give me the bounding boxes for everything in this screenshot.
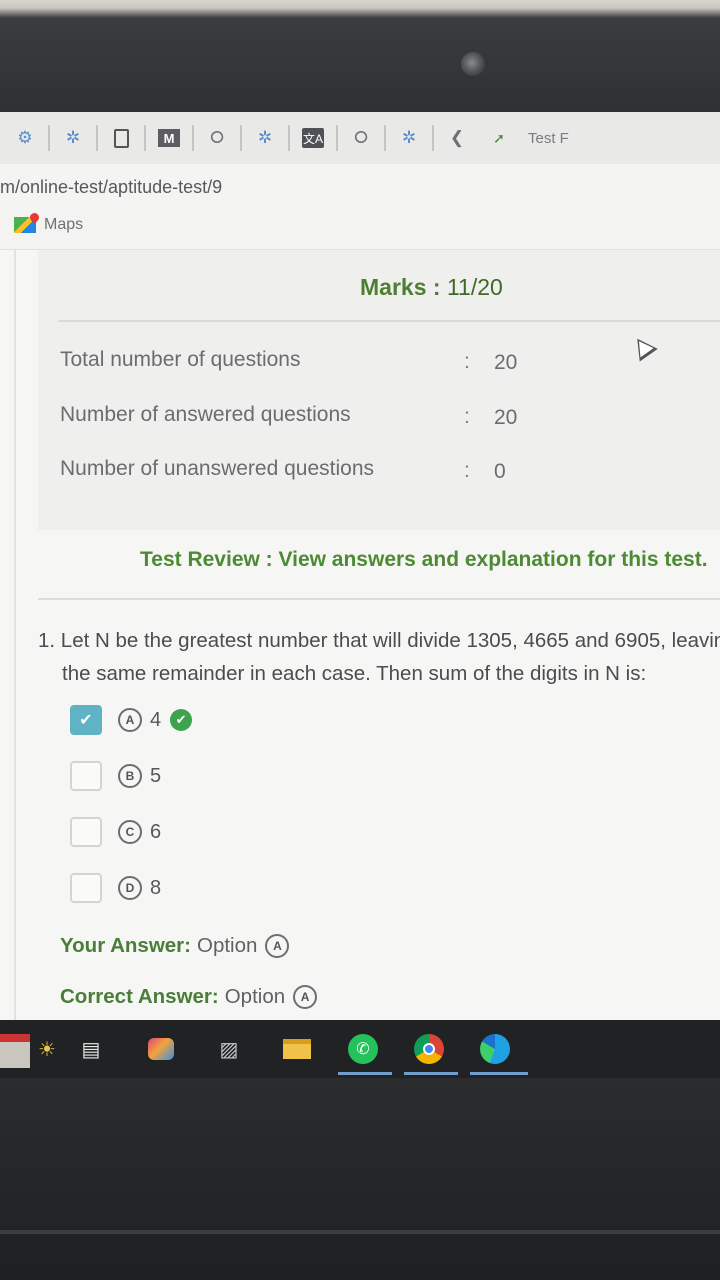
active-tab-title[interactable]: Test F <box>528 130 569 147</box>
laptop-hinge <box>0 1230 720 1234</box>
left-divider <box>14 250 16 1024</box>
option-c-value: 6 <box>150 820 162 843</box>
answered-questions-label: Number of answered questions <box>60 403 351 426</box>
option-a-letter: A <box>118 708 142 732</box>
marks-heading: Marks : 11/20 <box>360 274 503 301</box>
bookmark-label: Maps <box>44 216 84 233</box>
correct-answer: Correct Answer: Option A <box>60 985 318 1009</box>
chrome-icon[interactable] <box>412 1032 446 1066</box>
github-tab-icon[interactable]: ⭘ <box>202 123 232 153</box>
gear-tab-icon[interactable]: ✲ <box>394 123 424 153</box>
calendar-widget-icon[interactable] <box>0 1034 30 1068</box>
correct-answer-letter: A <box>293 985 318 1009</box>
test-review-link[interactable]: Test Review : View answers and explanati… <box>140 548 708 572</box>
correct-check-icon: ✔ <box>170 709 193 731</box>
unanswered-questions-value: 0 <box>494 460 506 483</box>
total-questions-label: Total number of questions <box>60 348 301 371</box>
option-d[interactable]: D 8 <box>70 872 161 904</box>
back-arrow-icon[interactable]: ❮ <box>442 123 472 153</box>
bookmarks-bar: Maps <box>0 210 720 250</box>
option-a-value: 4 <box>150 708 162 731</box>
option-d-letter: D <box>118 876 142 900</box>
option-a-checkbox[interactable]: ✔ <box>70 705 102 735</box>
question-text: 1. Let N be the greatest number that wil… <box>38 624 720 690</box>
screen: ⚙ ✲ M ⭘ ✲ 文A ⭘ ✲ ❮ ➚ Test F m/online-tes… <box>0 112 720 1024</box>
address-bar[interactable]: m/online-test/aptitude-test/9 <box>0 164 720 210</box>
laptop-bezel-top <box>0 0 720 112</box>
option-c[interactable]: C 6 <box>70 816 161 848</box>
total-questions-value: 20 <box>494 351 518 374</box>
tab-divider <box>336 125 338 151</box>
app-running-indicator <box>470 1072 528 1075</box>
url-text[interactable]: m/online-test/aptitude-test/9 <box>0 177 222 198</box>
option-b-letter: B <box>118 764 142 788</box>
app-running-indicator <box>404 1072 458 1075</box>
your-answer-label: Your Answer: <box>60 934 191 957</box>
option-b-checkbox[interactable] <box>70 761 102 791</box>
marks-value: 11/20 <box>446 274 503 300</box>
colon: : <box>464 459 470 482</box>
refresh-icon[interactable]: ➚ <box>484 123 514 153</box>
browser-tab-strip: ⚙ ✲ M ⭘ ✲ 文A ⭘ ✲ ❮ ➚ Test F <box>0 112 720 164</box>
github-tab-icon[interactable]: ⭘ <box>346 123 376 153</box>
laptop-bezel-bottom <box>0 1078 720 1280</box>
divider <box>38 598 720 600</box>
your-answer: Your Answer: Option A <box>60 934 290 958</box>
weather-icon[interactable]: ☀ <box>30 1032 64 1066</box>
windows-taskbar: ☀ ▤ ▨ ✆ <box>0 1020 720 1078</box>
gear-tab-icon[interactable]: ✲ <box>58 123 88 153</box>
question-line-2: the same remainder in each case. Then su… <box>62 662 647 685</box>
tab-divider <box>432 125 434 151</box>
marks-label: Marks : <box>360 274 447 300</box>
whatsapp-icon[interactable]: ✆ <box>346 1032 380 1066</box>
unanswered-questions-label: Number of unanswered questions <box>60 457 375 480</box>
option-d-checkbox[interactable] <box>70 873 102 903</box>
tab-divider <box>288 125 290 151</box>
translate-tab-icon[interactable]: 文A <box>298 123 328 153</box>
maps-icon <box>14 217 36 233</box>
extension-icon[interactable]: ⚙ <box>10 123 40 153</box>
tab-divider <box>144 125 146 151</box>
colon: : <box>464 405 470 428</box>
option-d-value: 8 <box>150 876 162 899</box>
question-line-1: 1. Let N be the greatest number that wil… <box>38 629 720 652</box>
edge-icon[interactable] <box>478 1032 512 1066</box>
correct-answer-label: Correct Answer: <box>60 985 219 1008</box>
tab-divider <box>384 125 386 151</box>
option-c-letter: C <box>118 820 142 844</box>
file-explorer-icon[interactable] <box>280 1032 314 1066</box>
bookmark-maps[interactable]: Maps <box>14 216 83 234</box>
colon: : <box>464 350 470 373</box>
option-b[interactable]: B 5 <box>70 760 161 792</box>
tab-divider <box>96 125 98 151</box>
option-c-checkbox[interactable] <box>70 817 102 847</box>
tab-divider <box>48 125 50 151</box>
correct-answer-text: Option <box>224 985 286 1008</box>
test-result-page: Marks : 11/20 Total number of questions … <box>0 250 720 1024</box>
task-view-icon[interactable]: ▤ <box>74 1032 108 1066</box>
gmail-tab-icon[interactable]: M <box>154 123 184 153</box>
gear-tab-icon[interactable]: ✲ <box>250 123 280 153</box>
answered-questions-value: 20 <box>494 406 518 429</box>
divider <box>58 320 720 322</box>
app-running-indicator <box>338 1072 392 1075</box>
your-answer-text: Option <box>197 934 258 957</box>
mouse-cursor-icon <box>628 332 658 362</box>
score-summary-panel: Marks : 11/20 Total number of questions … <box>38 250 720 530</box>
document-tab-icon[interactable] <box>106 123 136 153</box>
copilot-icon[interactable] <box>144 1032 178 1066</box>
option-b-value: 5 <box>150 764 162 787</box>
photos-icon[interactable]: ▨ <box>212 1032 246 1066</box>
your-answer-letter: A <box>265 934 290 958</box>
webcam-icon <box>461 52 485 76</box>
tab-divider <box>240 125 242 151</box>
option-a[interactable]: ✔ A 4 ✔ <box>70 704 193 736</box>
tab-divider <box>192 125 194 151</box>
